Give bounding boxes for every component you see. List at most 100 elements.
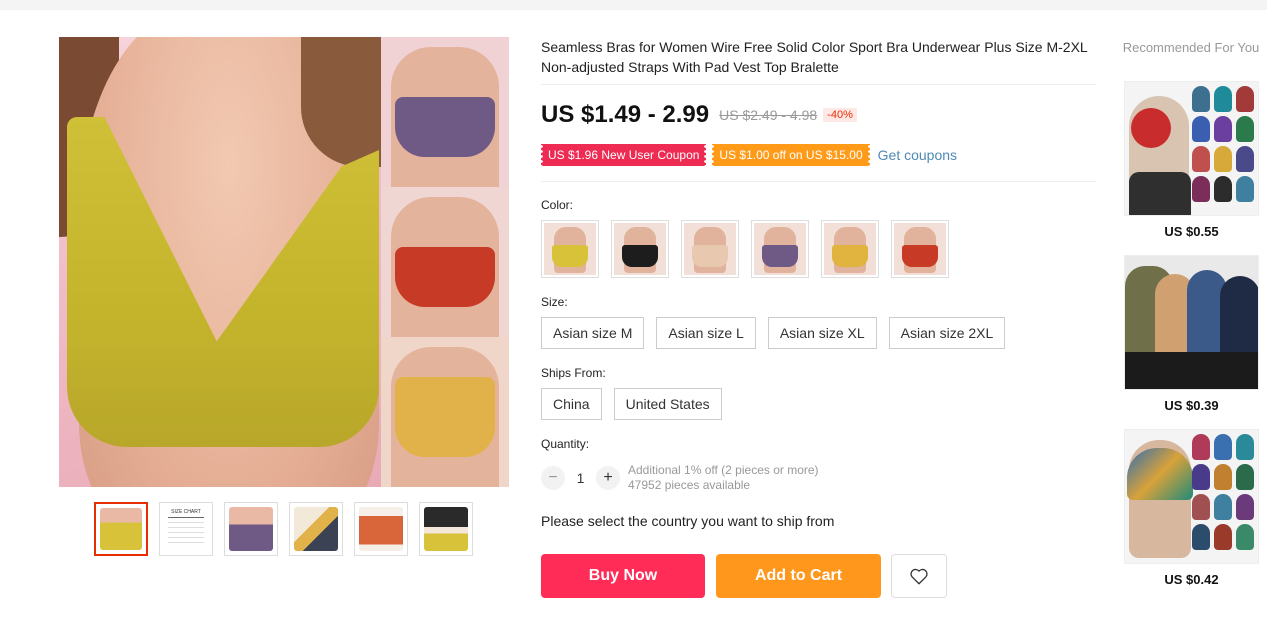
ships-from-united-states[interactable]: United States <box>613 388 722 420</box>
thumbnail-3[interactable] <box>224 502 278 556</box>
grid-item <box>1236 146 1254 172</box>
color-swatch-mustard[interactable] <box>821 220 879 278</box>
grid-item <box>1214 116 1232 142</box>
product-title: Seamless Bras for Women Wire Free Solid … <box>541 39 1088 75</box>
divider <box>541 181 1096 182</box>
ships-from-label: Ships From: <box>541 366 606 380</box>
color-swatch-yellow[interactable] <box>541 220 599 278</box>
size-option-l[interactable]: Asian size L <box>656 317 756 349</box>
side-bra <box>395 97 495 157</box>
size-label: Size: <box>541 295 568 309</box>
side-photo-purple <box>381 37 509 187</box>
quantity-value[interactable]: 1 <box>565 470 596 486</box>
swatch-image <box>894 223 946 275</box>
product-main-image[interactable] <box>59 37 509 487</box>
color-swatch-red[interactable] <box>891 220 949 278</box>
grid-item <box>1236 494 1254 520</box>
ships-from-china[interactable]: China <box>541 388 602 420</box>
side-photo-red <box>381 187 509 337</box>
grid-item <box>1214 146 1232 172</box>
recommended-price: US $0.55 <box>1164 224 1219 239</box>
bulk-discount-note: Additional 1% off (2 pieces or more) <box>628 463 819 477</box>
swatch-bra <box>832 245 868 267</box>
stock-available: 47952 pieces available <box>628 478 751 492</box>
swatch-bra <box>622 245 658 267</box>
thumbnail-1[interactable] <box>94 502 148 556</box>
original-price: US $2.49 - 4.98 <box>719 107 818 123</box>
new-user-coupon[interactable]: US $1.96 New User Coupon <box>539 144 708 166</box>
price: US $1.49 - 2.99 <box>541 101 710 128</box>
recommended-item-image <box>1124 81 1259 216</box>
grid-item <box>1236 524 1254 550</box>
grid-item <box>1214 176 1232 202</box>
recommended-item[interactable]: US $0.42 <box>1124 429 1259 587</box>
quantity-label: Quantity: <box>541 437 590 451</box>
size-chart-table <box>168 517 204 545</box>
size-options: Asian size M Asian size L Asian size XL … <box>541 317 1006 349</box>
heart-icon <box>910 568 928 585</box>
recommended-item-image <box>1124 429 1259 564</box>
coupon-row: US $1.96 New User Coupon US $1.00 off on… <box>539 144 957 166</box>
swatch-image <box>754 223 806 275</box>
color-swatch-purple[interactable] <box>751 220 809 278</box>
grid-item <box>1236 176 1254 202</box>
grid-item <box>1236 86 1254 112</box>
get-coupons-link[interactable]: Get coupons <box>878 147 957 163</box>
size-chart-caption: SIZE CHART <box>171 509 201 515</box>
grid-item <box>1214 434 1232 460</box>
color-label: Color: <box>541 198 574 212</box>
size-option-m[interactable]: Asian size M <box>541 317 645 349</box>
add-to-cart-button[interactable]: Add to Cart <box>716 554 881 598</box>
buy-now-button[interactable]: Buy Now <box>541 554 705 598</box>
thumbnail-image <box>294 507 338 551</box>
recommended-item[interactable]: US $0.39 <box>1124 255 1259 413</box>
thumbnail-image <box>359 507 403 551</box>
discount-badge: -40% <box>823 108 857 122</box>
wishlist-button[interactable] <box>891 554 947 598</box>
size-option-2xl[interactable]: Asian size 2XL <box>888 317 1006 349</box>
side-bra <box>395 247 495 307</box>
grid-item <box>1192 86 1210 112</box>
size-option-xl[interactable]: Asian size XL <box>767 317 877 349</box>
store-coupon[interactable]: US $1.00 off on US $15.00 <box>711 144 871 166</box>
swatch-bra <box>902 245 938 267</box>
thumbnail-image <box>100 508 142 550</box>
grid-item <box>1192 434 1210 460</box>
thumbnail-size-chart[interactable]: SIZE CHART <box>159 502 213 556</box>
recommended-title: Recommended For You <box>1122 40 1260 55</box>
recommended-price: US $0.42 <box>1164 572 1219 587</box>
grid-item <box>1214 524 1232 550</box>
thumbnail-image <box>424 507 468 551</box>
color-swatch-black[interactable] <box>611 220 669 278</box>
thumbnail-5[interactable] <box>354 502 408 556</box>
quantity-increase-button[interactable]: + <box>596 466 620 490</box>
recommended-item[interactable]: US $0.55 <box>1124 81 1259 239</box>
grid-item <box>1192 176 1210 202</box>
grid-item <box>1236 116 1254 142</box>
swatch-image <box>614 223 666 275</box>
grid-item <box>1192 116 1210 142</box>
swatch-image <box>544 223 596 275</box>
side-bra <box>395 377 495 457</box>
grid-item <box>1236 464 1254 490</box>
color-swatch-beige[interactable] <box>681 220 739 278</box>
ship-country-message: Please select the country you want to sh… <box>541 513 835 529</box>
grid-item <box>1214 464 1232 490</box>
divider <box>541 84 1096 85</box>
main-photo <box>59 37 381 487</box>
headband-print <box>1127 448 1193 500</box>
side-photo-back <box>381 337 509 487</box>
swatch-bra <box>692 245 728 267</box>
quantity-decrease-button[interactable]: − <box>541 466 565 490</box>
recommended-price: US $0.39 <box>1164 398 1219 413</box>
swatch-image <box>684 223 736 275</box>
headband-flower <box>1131 108 1171 148</box>
swatch-bra <box>552 245 588 267</box>
swatch-bra <box>762 245 798 267</box>
quantity-stepper: − 1 + Additional 1% off (2 pieces or mor… <box>541 463 819 493</box>
thumbnail-4[interactable] <box>289 502 343 556</box>
grid-item <box>1236 434 1254 460</box>
thumbnail-6[interactable] <box>419 502 473 556</box>
top-bar <box>0 0 1267 10</box>
color-options <box>541 220 949 278</box>
